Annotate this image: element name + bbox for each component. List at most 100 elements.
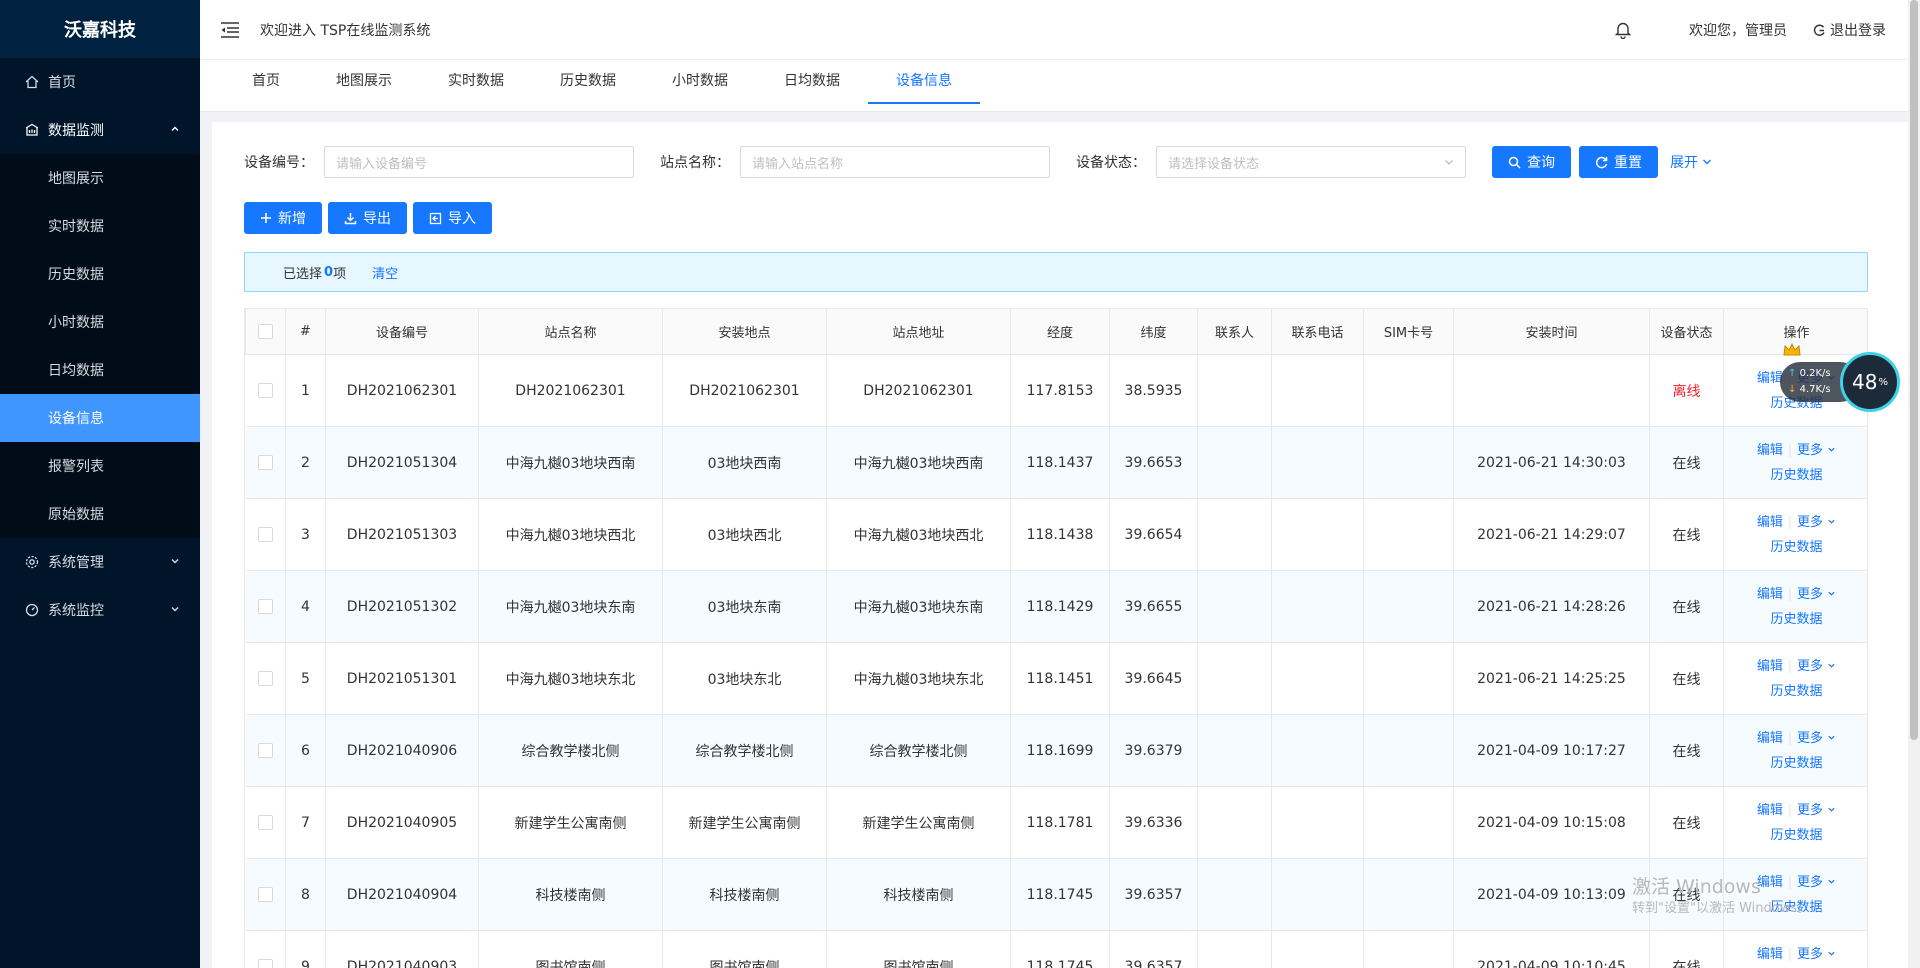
- query-button[interactable]: 查询: [1492, 146, 1571, 178]
- table-row[interactable]: 6 DH2021040906 综合教学楼北侧 综合教学楼北侧 综合教学楼北侧 118.16…: [245, 714, 1867, 787]
- clear-selection-link[interactable]: 清空: [372, 263, 398, 282]
- sidebar-item-raw[interactable]: 原始数据: [0, 490, 200, 538]
- row-checkbox[interactable]: [245, 786, 286, 859]
- export-button[interactable]: 导出: [328, 202, 407, 234]
- tab-realtime[interactable]: 实时数据: [420, 60, 532, 112]
- more-dropdown[interactable]: 更多: [1797, 587, 1836, 602]
- row-index: 5: [285, 642, 326, 715]
- history-data-link[interactable]: 历史数据: [1770, 540, 1822, 555]
- edit-link[interactable]: 编辑: [1757, 659, 1783, 674]
- row-checkbox[interactable]: [245, 642, 286, 715]
- chevron-down-icon: [1828, 663, 1835, 668]
- sidebar-item-map[interactable]: 地图展示: [0, 154, 200, 202]
- expand-link[interactable]: 展开: [1670, 152, 1713, 172]
- row-checkbox[interactable]: [245, 426, 286, 499]
- sidebar-item-alarms[interactable]: 报警列表: [0, 442, 200, 490]
- edit-link[interactable]: 编辑: [1757, 731, 1783, 746]
- tab-hourly[interactable]: 小时数据: [644, 60, 756, 112]
- sidebar-item-hourly[interactable]: 小时数据: [0, 298, 200, 346]
- sidebar-item-history[interactable]: 历史数据: [0, 250, 200, 298]
- table-row[interactable]: 1 DH2021062301 DH2021062301 DH2021062301 DH2…: [245, 354, 1867, 427]
- sidebar-group-label: 系统管理: [48, 555, 104, 571]
- contact-cell: [1197, 354, 1272, 427]
- edit-link[interactable]: 编辑: [1757, 515, 1783, 530]
- contact-cell: [1197, 858, 1272, 931]
- table-row[interactable]: 9 DH2021040903 图书馆南侧 图书馆南侧 图书馆南侧 118.1745 39.6…: [245, 930, 1867, 968]
- row-checkbox[interactable]: [245, 570, 286, 643]
- history-data-link[interactable]: 历史数据: [1770, 828, 1822, 843]
- edit-link[interactable]: 编辑: [1757, 443, 1783, 458]
- device-no-cell: DH2021040903: [325, 930, 479, 968]
- tab-daily[interactable]: 日均数据: [756, 60, 868, 112]
- edit-link[interactable]: 编辑: [1757, 947, 1783, 962]
- sidebar-item-label: 设备信息: [48, 411, 104, 427]
- station-name-cell: 中海九樾03地块东南: [478, 570, 663, 643]
- more-dropdown[interactable]: 更多: [1797, 659, 1836, 674]
- history-data-link[interactable]: 历史数据: [1770, 468, 1822, 483]
- status-select[interactable]: 请选择设备状态: [1156, 146, 1466, 178]
- sidebar-group-sysmon[interactable]: 系统监控: [0, 586, 200, 634]
- menu-fold-icon[interactable]: [220, 19, 242, 41]
- device-table: # 设备编号 站点名称 安装地点 站点地址 经度 纬度 联系人 联系电话 SIM…: [244, 308, 1868, 968]
- row-index: 8: [285, 858, 326, 931]
- table-row[interactable]: 8 DH2021040904 科技楼南侧 科技楼南侧 科技楼南侧 118.1745 39.6…: [245, 858, 1867, 931]
- table-row[interactable]: 5 DH2021051301 中海九樾03地块东北 03地块东北 中海九樾03地块东北 1…: [245, 642, 1867, 715]
- tab-history[interactable]: 历史数据: [532, 60, 644, 112]
- row-checkbox[interactable]: [245, 714, 286, 787]
- more-dropdown[interactable]: 更多: [1797, 731, 1836, 746]
- install-place-cell: 综合教学楼北侧: [662, 714, 827, 787]
- reset-button[interactable]: 重置: [1579, 146, 1658, 178]
- more-dropdown[interactable]: 更多: [1797, 443, 1836, 458]
- logout-button[interactable]: 退出登录: [1813, 20, 1886, 40]
- edit-link[interactable]: 编辑: [1757, 371, 1783, 386]
- bell-icon[interactable]: [1614, 21, 1633, 40]
- install-place-cell: 03地块东北: [662, 642, 827, 715]
- sidebar-group-monitor[interactable]: 数据监测: [0, 106, 200, 154]
- row-checkbox[interactable]: [245, 858, 286, 931]
- sidebar-item-realtime[interactable]: 实时数据: [0, 202, 200, 250]
- sim-cell: [1363, 786, 1454, 859]
- station-address-cell: DH2021062301: [826, 354, 1011, 427]
- more-dropdown[interactable]: 更多: [1797, 803, 1836, 818]
- selection-alert: 已选择 0 项 清空: [244, 252, 1868, 292]
- history-data-link[interactable]: 历史数据: [1770, 612, 1822, 627]
- sidebar-item-home[interactable]: 首页: [0, 58, 200, 106]
- add-button[interactable]: 新增: [244, 202, 322, 234]
- edit-link[interactable]: 编辑: [1757, 803, 1783, 818]
- upload-speed: 0.2K/s: [1799, 368, 1831, 379]
- tab-map[interactable]: 地图展示: [308, 60, 420, 112]
- table-row[interactable]: 3 DH2021051303 中海九樾03地块西北 03地块西北 中海九樾03地块西北 1…: [245, 498, 1867, 571]
- install-place-cell: 图书馆南侧: [662, 930, 827, 968]
- sidebar-group-system[interactable]: 系统管理: [0, 538, 200, 586]
- row-checkbox[interactable]: [245, 930, 286, 968]
- tab-home[interactable]: 首页: [224, 60, 308, 112]
- tab-device-info[interactable]: 设备信息: [868, 60, 980, 112]
- row-checkbox[interactable]: [245, 498, 286, 571]
- table-row[interactable]: 7 DH2021040905 新建学生公寓南侧 新建学生公寓南侧 新建学生公寓南侧 118…: [245, 786, 1867, 859]
- select-all-checkbox[interactable]: [245, 308, 286, 355]
- history-data-link[interactable]: 历史数据: [1770, 756, 1822, 771]
- more-dropdown[interactable]: 更多: [1797, 947, 1836, 962]
- user-greeting[interactable]: 欢迎您，管理员: [1689, 20, 1787, 40]
- row-checkbox[interactable]: [245, 354, 286, 427]
- download-speed: 4.7K/s: [1799, 384, 1831, 395]
- table-row[interactable]: 4 DH2021051302 中海九樾03地块东南 03地块东南 中海九樾03地块东南 1…: [245, 570, 1867, 643]
- import-button[interactable]: 导入: [413, 202, 492, 234]
- row-index: 9: [285, 930, 326, 968]
- page-scrollbar[interactable]: [1908, 0, 1920, 968]
- scrollbar-thumb[interactable]: [1910, 0, 1918, 740]
- edit-link[interactable]: 编辑: [1757, 587, 1783, 602]
- station-input[interactable]: 请输入站点名称: [740, 146, 1050, 178]
- sidebar-item-device-info[interactable]: 设备信息: [0, 394, 200, 442]
- more-label: 更多: [1796, 946, 1823, 962]
- longitude-cell: 118.1429: [1010, 570, 1110, 643]
- phone-cell: [1271, 714, 1364, 787]
- status-cell: 在线: [1649, 714, 1724, 787]
- device-no-cell: DH2021040905: [325, 786, 479, 859]
- history-data-link[interactable]: 历史数据: [1770, 684, 1822, 699]
- device-no-input[interactable]: 请输入设备编号: [324, 146, 634, 178]
- more-dropdown[interactable]: 更多: [1797, 515, 1836, 530]
- table-row[interactable]: 2 DH2021051304 中海九樾03地块西南 03地块西南 中海九樾03地块西南 1…: [245, 426, 1867, 499]
- operations-cell: 编辑 | 更多 历史数据: [1723, 786, 1867, 859]
- sidebar-item-daily[interactable]: 日均数据: [0, 346, 200, 394]
